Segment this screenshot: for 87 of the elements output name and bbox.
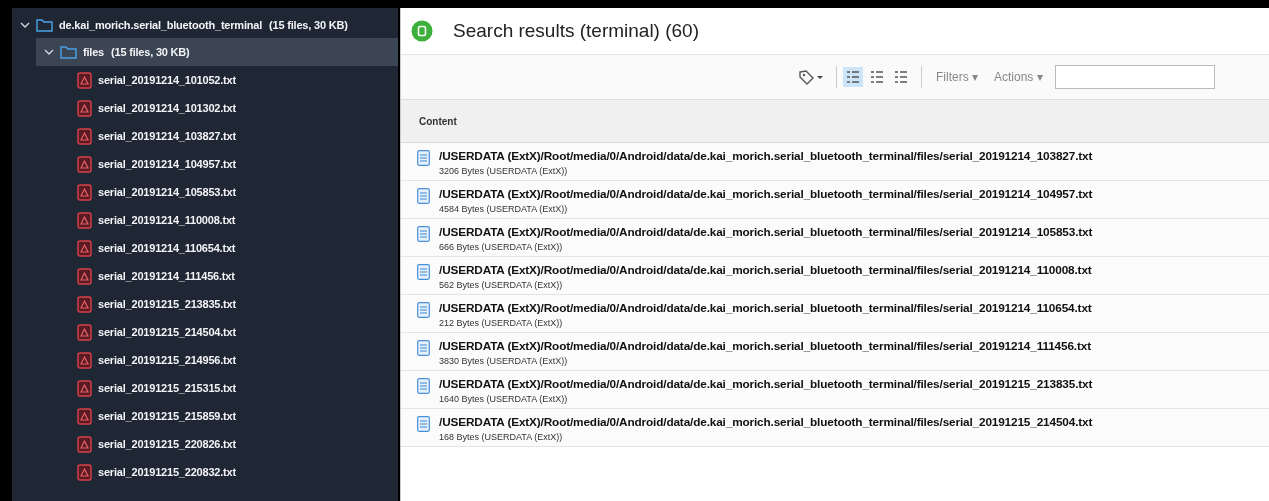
file-size: 1640 Bytes (USERDATA (ExtX)) <box>439 394 569 404</box>
tree-file-row[interactable]: serial_20191214_111456.txt <box>12 262 398 290</box>
tree-file-row[interactable]: serial_20191214_103827.txt <box>12 122 398 150</box>
file-name: serial_20191214_105853.txt <box>98 186 236 198</box>
tree-file-row[interactable]: serial_20191215_215859.txt <box>12 402 398 430</box>
file-size: 3206 Bytes (USERDATA (ExtX)) <box>439 166 569 176</box>
file-icon <box>77 379 92 397</box>
tree-file-row[interactable]: serial_20191214_101302.txt <box>12 94 398 122</box>
file-icon <box>77 323 92 341</box>
folder-icon <box>36 18 53 32</box>
file-path: /USERDATA (ExtX)/Root/media/0/Android/data/de.kai_morich.serial_bluetooth_terminal/files/serial_20191214_110008.txt <box>439 263 1092 277</box>
file-path: /USERDATA (ExtX)/Root/media/0/Android/data/de.kai_morich.serial_bluetooth_terminal/files/serial_20191215_214504.txt <box>439 415 1093 429</box>
document-icon <box>417 264 430 280</box>
file-icon <box>77 183 92 201</box>
file-size: 212 Bytes (USERDATA (ExtX)) <box>439 318 564 328</box>
file-path: /USERDATA (ExtX)/Root/media/0/Android/data/de.kai_morich.serial_bluetooth_terminal/files/serial_20191214_104957.txt <box>439 187 1093 201</box>
file-icon <box>77 435 92 453</box>
list-view-icon[interactable] <box>843 67 863 87</box>
file-name: serial_20191215_214956.txt <box>98 354 236 366</box>
file-size: 562 Bytes (USERDATA (ExtX)) <box>439 280 564 290</box>
tree-file-row[interactable]: serial_20191214_110654.txt <box>12 234 398 262</box>
tree-file-row[interactable]: serial_20191214_104957.txt <box>12 150 398 178</box>
document-icon <box>417 226 430 242</box>
file-name: serial_20191215_220832.txt <box>98 466 236 478</box>
document-icon <box>417 340 430 356</box>
file-path: /USERDATA (ExtX)/Root/media/0/Android/data/de.kai_morich.serial_bluetooth_terminal/files/serial_20191214_111456.txt <box>439 339 1091 353</box>
file-name: serial_20191214_101302.txt <box>98 102 236 114</box>
file-icon <box>77 239 92 257</box>
file-size: 3830 Bytes (USERDATA (ExtX)) <box>439 356 569 366</box>
file-icon <box>77 295 92 313</box>
tree-file-row[interactable]: serial_20191215_214504.txt <box>12 318 398 346</box>
file-size: 666 Bytes (USERDATA (ExtX)) <box>439 242 564 252</box>
document-icon <box>417 150 430 166</box>
file-size: 4584 Bytes (USERDATA (ExtX)) <box>439 204 569 214</box>
column-header[interactable]: Content <box>419 115 457 127</box>
chevron-down-icon[interactable] <box>20 21 30 29</box>
tree-file-row[interactable]: serial_20191215_215315.txt <box>12 374 398 402</box>
chevron-down-icon[interactable] <box>44 48 54 56</box>
app-logo-icon <box>411 20 433 42</box>
file-name: files <box>83 46 104 58</box>
file-name: serial_20191215_215315.txt <box>98 382 236 394</box>
file-icon <box>77 351 92 369</box>
document-icon <box>417 302 430 318</box>
search-field[interactable] <box>1054 65 1215 89</box>
file-name: serial_20191215_220826.txt <box>98 438 236 450</box>
results-title: Search results (terminal) (60) <box>453 20 700 42</box>
file-size: 168 Bytes (USERDATA (ExtX)) <box>439 432 564 442</box>
file-name: serial_20191215_213835.txt <box>98 298 236 310</box>
file-icon <box>77 211 92 229</box>
file-path: /USERDATA (ExtX)/Root/media/0/Android/data/de.kai_morich.serial_bluetooth_terminal/files/serial_20191215_213835.txt <box>439 377 1093 391</box>
tree-file-row[interactable]: serial_20191215_213835.txt <box>12 290 398 318</box>
actions-dropdown[interactable]: Actions ▾ <box>986 68 1051 86</box>
tree-folder-row[interactable]: files (15 files, 30 KB) <box>36 38 398 66</box>
tree-file-row[interactable]: serial_20191215_214956.txt <box>12 346 398 374</box>
tag-dropdown-icon[interactable] <box>798 69 824 85</box>
tree-file-row[interactable]: serial_20191214_101052.txt <box>12 66 398 94</box>
filters-dropdown[interactable]: Filters ▾ <box>928 68 986 86</box>
file-name: serial_20191214_110008.txt <box>98 214 236 226</box>
file-icon <box>77 463 92 481</box>
document-icon <box>417 378 430 394</box>
file-icon <box>77 99 92 117</box>
folder-icon <box>60 45 77 59</box>
tree-file-row[interactable]: serial_20191214_110008.txt <box>12 206 398 234</box>
file-icon <box>77 127 92 145</box>
document-icon <box>417 416 430 432</box>
file-name: serial_20191214_103827.txt <box>98 130 236 142</box>
tree-folder-row[interactable]: de.kai_morich.serial_bluetooth_terminal (15 files, 30 KB) <box>12 12 398 38</box>
file-icon <box>77 71 92 89</box>
file-name: de.kai_morich.serial_bluetooth_terminal <box>59 19 263 31</box>
file-path: /USERDATA (ExtX)/Root/media/0/Android/data/de.kai_morich.serial_bluetooth_terminal/files/serial_20191214_103827.txt <box>439 149 1093 163</box>
file-name: serial_20191214_101052.txt <box>98 74 236 86</box>
tree-file-row[interactable]: serial_20191215_220826.txt <box>12 430 398 458</box>
file-path: /USERDATA (ExtX)/Root/media/0/Android/data/de.kai_morich.serial_bluetooth_terminal/files/serial_20191214_105853.txt <box>439 225 1093 239</box>
file-name: serial_20191214_110654.txt <box>98 242 236 254</box>
document-icon <box>417 188 430 204</box>
file-name: serial_20191215_214504.txt <box>98 326 236 338</box>
tree-file-row[interactable]: serial_20191215_220832.txt <box>12 458 398 486</box>
file-icon <box>77 267 92 285</box>
file-icon <box>77 407 92 425</box>
folder-info: (15 files, 30 KB) <box>269 19 348 31</box>
folder-info: (15 files, 30 KB) <box>111 46 190 58</box>
file-icon <box>77 155 92 173</box>
file-name: serial_20191215_215859.txt <box>98 410 236 422</box>
tree-file-row[interactable]: serial_20191214_105853.txt <box>12 178 398 206</box>
file-path: /USERDATA (ExtX)/Root/media/0/Android/data/de.kai_morich.serial_bluetooth_terminal/files/serial_20191214_110654.txt <box>439 301 1092 315</box>
file-name: serial_20191214_104957.txt <box>98 158 236 170</box>
file-name: serial_20191214_111456.txt <box>98 270 235 282</box>
